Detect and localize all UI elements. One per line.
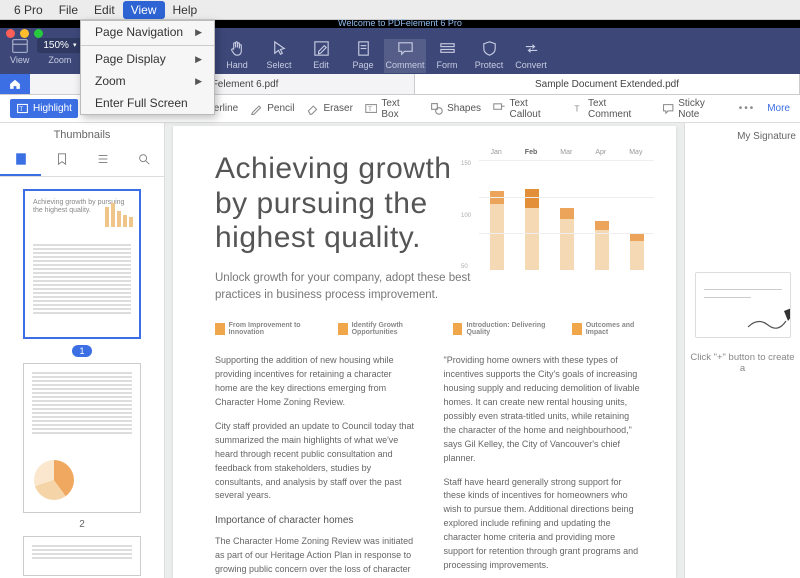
menu-view[interactable]: View — [123, 1, 165, 19]
menu-page-navigation[interactable]: Page Navigation▶ — [81, 21, 214, 43]
tool-comment[interactable]: Comment — [384, 39, 426, 73]
chip-icon — [453, 323, 463, 335]
tool-text-comment[interactable]: TText Comment — [572, 98, 650, 120]
thumbnail-page-1[interactable]: Achieving growth by pursuing the highest… — [23, 189, 141, 339]
svg-text:T: T — [19, 106, 23, 113]
tool-form[interactable]: Form — [426, 39, 468, 73]
menu-page-display[interactable]: Page Display▶ — [81, 48, 214, 70]
zoom-label: Zoom — [48, 55, 71, 65]
thumbs-tab-bookmarks[interactable] — [41, 147, 82, 176]
doc-chart: JanFebMarAprMay 15010050 — [479, 149, 654, 284]
window-controls — [6, 29, 43, 38]
maximize-window-icon[interactable] — [34, 29, 43, 38]
doc-body: Supporting the addition of new housing w… — [215, 354, 644, 578]
tool-shapes[interactable]: Shapes — [430, 102, 481, 115]
document-canvas[interactable]: Achieving growth by pursuing the highest… — [165, 123, 684, 578]
doc-chips: From Improvement to Innovation Identify … — [215, 322, 644, 336]
tool-edit[interactable]: Edit — [300, 39, 342, 73]
signature-header: My Signature — [737, 131, 800, 142]
tool-pencil[interactable]: Pencil — [250, 102, 294, 115]
document-page: Achieving growth by pursuing the highest… — [173, 126, 676, 578]
menu-help[interactable]: Help — [165, 1, 206, 19]
thumbnail-page-2[interactable] — [23, 363, 141, 513]
pen-icon — [746, 307, 791, 331]
thumbs-tab-outline[interactable] — [82, 147, 123, 176]
signature-card[interactable] — [695, 272, 791, 338]
tool-page[interactable]: Page — [342, 39, 384, 73]
tool-select[interactable]: Select — [258, 39, 300, 73]
menu-file[interactable]: File — [51, 1, 86, 19]
chip-icon — [572, 323, 582, 335]
tool-hand[interactable]: Hand — [216, 39, 258, 73]
tool-highlight[interactable]: THighlight — [10, 99, 78, 118]
thumbnails-panel: Thumbnails Achieving growth by pursuing … — [0, 123, 165, 578]
tool-sticky-note[interactable]: Sticky Note — [662, 98, 727, 120]
tool-textbox[interactable]: TText Box — [365, 98, 418, 120]
workspace: Thumbnails Achieving growth by pursuing … — [0, 123, 800, 578]
signature-panel: My Signature Click "+" button to create … — [684, 123, 800, 578]
zoom-level[interactable]: 150%▾ — [37, 38, 82, 53]
svg-text:T: T — [574, 104, 580, 114]
home-tab[interactable] — [0, 74, 30, 94]
thumbnails-header: Thumbnails — [0, 123, 164, 147]
chip-icon — [338, 323, 348, 335]
toolbar-overflow-icon[interactable]: ••• — [739, 103, 756, 114]
thumbnail-number-2: 2 — [79, 519, 85, 530]
thumbnails-tabs — [0, 147, 164, 177]
close-window-icon[interactable] — [6, 29, 15, 38]
menu-zoom[interactable]: Zoom▶ — [81, 70, 214, 92]
minimize-window-icon[interactable] — [20, 29, 29, 38]
window-title: Welcome to PDFelement 6 Pro — [338, 18, 462, 28]
view-mode-button[interactable]: View — [10, 37, 29, 65]
signature-hint: Click "+" button to create a — [685, 352, 800, 374]
thumbs-tab-search[interactable] — [123, 147, 164, 176]
thumbnail-badge-1: 1 — [72, 345, 91, 357]
menu-enter-full-screen[interactable]: Enter Full Screen — [81, 92, 214, 114]
doc-subtitle: Unlock growth for your company, adopt th… — [215, 270, 495, 305]
tool-convert[interactable]: Convert — [510, 39, 552, 73]
svg-text:T: T — [368, 106, 372, 113]
os-menubar: 6 Pro File Edit View Help — [0, 0, 800, 20]
thumbnail-page-3[interactable] — [23, 536, 141, 576]
tool-protect[interactable]: Protect — [468, 39, 510, 73]
tool-text-callout[interactable]: Text Callout — [493, 98, 560, 120]
doc-tab-2[interactable]: Sample Document Extended.pdf — [415, 74, 800, 94]
app-name: 6 Pro — [6, 1, 51, 19]
thumbs-tab-pages[interactable] — [0, 147, 41, 176]
chip-icon — [215, 323, 225, 335]
tool-eraser[interactable]: Eraser — [306, 102, 352, 115]
toolbar-more[interactable]: More — [767, 103, 790, 114]
view-menu-dropdown: Page Navigation▶ Page Display▶ Zoom▶ Ent… — [80, 20, 215, 115]
menu-edit[interactable]: Edit — [86, 1, 123, 19]
